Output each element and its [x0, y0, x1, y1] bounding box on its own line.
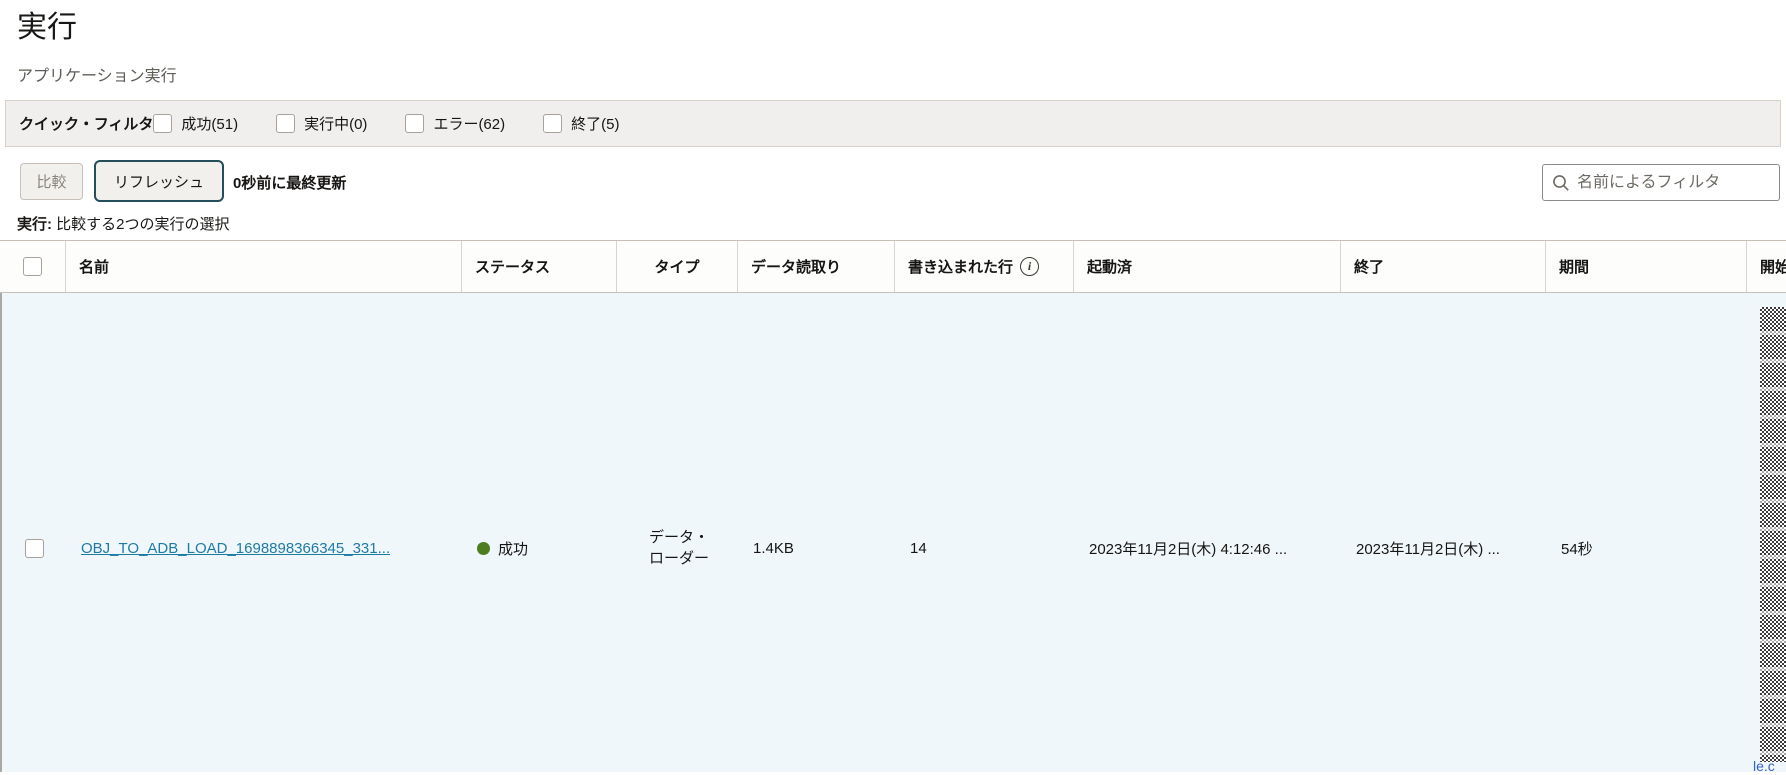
select-all-checkbox[interactable]	[23, 257, 42, 276]
filter-running[interactable]: 実行中(0)	[276, 113, 367, 134]
column-header-duration: 期間	[1546, 241, 1747, 292]
table-body: OBJ_TO_ADB_LOAD_1698898366345_331... 成功 …	[0, 293, 1786, 772]
page-subtitle: アプリケーション実行	[17, 68, 177, 85]
row-name-cell: OBJ_TO_ADB_LOAD_1698898366345_331...	[68, 540, 464, 557]
column-header-rows-written-label: 書き込まれた行	[908, 259, 1014, 276]
column-header-data-read: データ読取り	[738, 241, 895, 292]
column-header-status: ステータス	[462, 241, 617, 292]
terminated-checkbox[interactable]	[543, 114, 563, 133]
column-header-start: 開始	[1760, 259, 1786, 276]
row-data-read-cell: 1.4KB	[753, 539, 794, 557]
error-checkbox-label[interactable]: エラー(62)	[433, 113, 505, 134]
refresh-button[interactable]: リフレッシュ	[94, 160, 225, 202]
table-row: OBJ_TO_ADB_LOAD_1698898366345_331... 成功 …	[2, 515, 1786, 581]
filter-error[interactable]: エラー(62)	[405, 113, 505, 134]
error-checkbox[interactable]	[405, 114, 425, 133]
search-icon	[1553, 174, 1569, 191]
row-started-cell: 2023年11月2日(木) 4:12:46 ...	[1089, 540, 1288, 558]
quick-filter-bar: クイック・フィルタ 成功(51) 実行中(0) エラー(62) 終了(5)	[5, 100, 1781, 147]
selection-hint: 実行: 比較する2つの実行の選択	[17, 213, 230, 234]
running-checkbox-label[interactable]: 実行中(0)	[304, 113, 367, 134]
column-header-ended: 終了	[1341, 241, 1546, 292]
selection-hint-text: 比較する2つの実行の選択	[52, 216, 230, 233]
running-checkbox[interactable]	[276, 114, 296, 133]
filter-success[interactable]: 成功(51)	[153, 113, 238, 134]
row-checkbox[interactable]	[25, 538, 44, 558]
filter-terminated[interactable]: 終了(5)	[543, 113, 619, 134]
column-header-rows-written: 書き込まれた行 i	[895, 241, 1074, 292]
run-name-link[interactable]: OBJ_TO_ADB_LOAD_1698898366345_331...	[81, 540, 390, 557]
header-checkbox-cell	[0, 241, 66, 292]
success-status-icon	[477, 541, 490, 555]
success-checkbox-label[interactable]: 成功(51)	[181, 113, 238, 134]
status-label: 成功	[498, 540, 529, 558]
table-header-row: 名前 ステータス タイプ データ読取り 書き込まれた行 i 起動済 終了 期間 …	[0, 240, 1786, 293]
status-bar-link-text: le.c	[1753, 758, 1775, 774]
quick-filter-label: クイック・フィルタ	[19, 116, 154, 133]
row-checkbox-cell	[2, 538, 68, 558]
search-input[interactable]	[1577, 173, 1757, 192]
row-rows-written-cell: 14	[910, 539, 927, 557]
row-status-cell: 成功	[464, 538, 619, 559]
column-header-name: 名前	[66, 241, 462, 292]
column-header-started: 起動済	[1074, 241, 1341, 292]
type-line-2: ローダー	[648, 550, 709, 567]
success-checkbox[interactable]	[153, 114, 173, 133]
terminated-checkbox-label[interactable]: 終了(5)	[571, 113, 619, 134]
row-type-cell: データ・ ローダー	[619, 527, 740, 569]
row-duration-cell: 54秒	[1561, 540, 1593, 558]
type-line-1: データ・	[648, 529, 709, 546]
compare-button[interactable]: 比較	[20, 163, 83, 200]
name-filter-search[interactable]	[1542, 164, 1780, 201]
selection-hint-prefix: 実行:	[17, 216, 52, 233]
page-title: 実行	[17, 11, 77, 44]
table-vertical-scrollbar[interactable]	[1760, 307, 1786, 762]
info-icon[interactable]: i	[1020, 257, 1040, 276]
row-ended-cell: 2023年11月2日(木) ...	[1356, 540, 1500, 558]
column-header-type: タイプ	[617, 241, 738, 292]
last-updated-text: 0秒前に最終更新	[233, 175, 347, 192]
